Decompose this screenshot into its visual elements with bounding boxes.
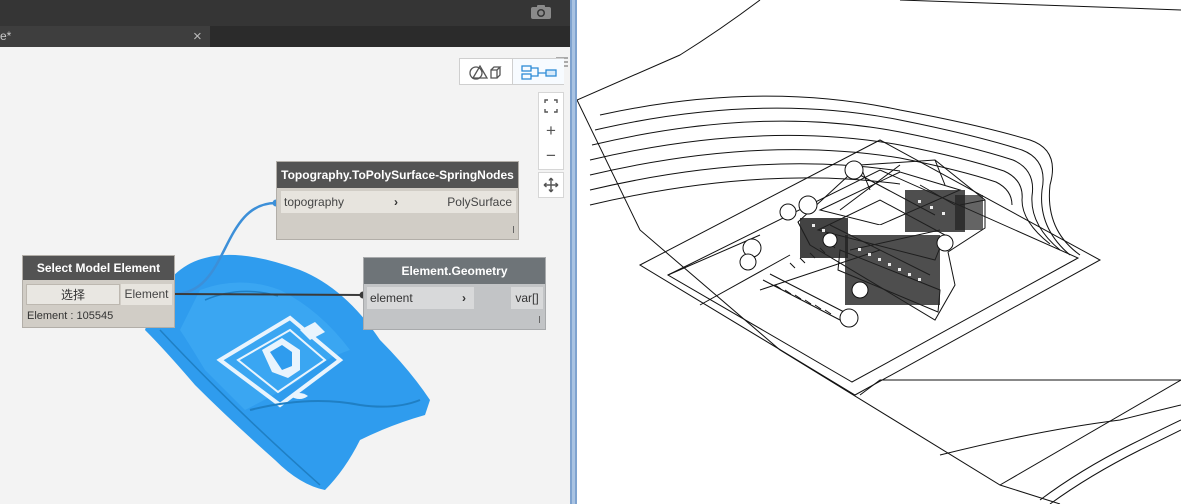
- node-element-geometry[interactable]: Element.Geometry element › var[]: [363, 257, 546, 330]
- element-id-label: Element : 105545: [27, 310, 114, 322]
- close-icon[interactable]: ×: [193, 26, 202, 47]
- geometry-view-button[interactable]: [460, 59, 511, 84]
- output-port-polysurface[interactable]: PolySurface: [443, 191, 516, 213]
- select-button[interactable]: 选择: [26, 284, 120, 305]
- dynamo-panel: e* × + − Topography.ToPolySurface-Spring…: [0, 0, 570, 504]
- node-topography-to-polysurface[interactable]: Topography.ToPolySurface-SpringNodes top…: [276, 161, 519, 240]
- camera-icon[interactable]: [530, 4, 552, 25]
- graph-view-icon: [520, 64, 557, 80]
- node-select-model-element[interactable]: Select Model Element 选择 Element Element …: [22, 255, 175, 328]
- zoom-controls: + −: [538, 92, 564, 170]
- lacing-marker: [539, 316, 540, 323]
- fit-view-icon[interactable]: [539, 93, 563, 118]
- geometry-view-icon: [468, 64, 502, 80]
- pan-button[interactable]: [538, 172, 564, 198]
- wire-select-to-geometry[interactable]: [173, 293, 364, 296]
- revit-3d-view[interactable]: [577, 0, 1181, 504]
- node-title: Topography.ToPolySurface-SpringNodes: [277, 162, 518, 188]
- view-toggle: [459, 58, 564, 85]
- output-port-element[interactable]: Element: [121, 284, 172, 305]
- workspace-tab[interactable]: e* ×: [0, 26, 210, 47]
- zoom-out-button[interactable]: −: [539, 143, 563, 168]
- chevron-right-icon: ›: [462, 291, 466, 305]
- node-title: Select Model Element: [23, 256, 174, 280]
- lacing-marker: [513, 226, 514, 233]
- input-port-element[interactable]: element: [367, 287, 474, 309]
- graph-view-button[interactable]: [512, 59, 564, 84]
- pan-icon: [543, 177, 559, 193]
- title-bar: [0, 0, 570, 26]
- tab-title: e*: [0, 29, 12, 43]
- zoom-in-button[interactable]: +: [539, 118, 563, 143]
- panel-splitter[interactable]: [570, 0, 577, 504]
- chevron-right-icon: ›: [394, 195, 398, 209]
- node-title: Element.Geometry: [364, 258, 545, 284]
- input-port-topography[interactable]: topography: [281, 191, 444, 213]
- site-model-drawing: [577, 0, 1181, 504]
- output-port-var[interactable]: var[]: [511, 287, 543, 309]
- tab-bar: e* ×: [0, 26, 570, 67]
